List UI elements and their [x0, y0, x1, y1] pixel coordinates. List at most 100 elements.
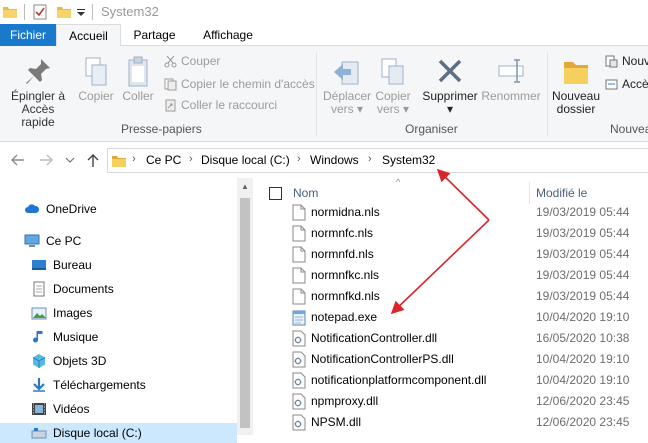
file-modified-date: 19/03/2019 05:44: [536, 205, 630, 219]
nav-item-videos[interactable]: Vidéos: [31, 399, 231, 419]
file-row[interactable]: notepad.exe 10/04/2020 19:10: [253, 307, 648, 328]
delete-x-icon: [438, 59, 462, 83]
file-row[interactable]: NPSM.dll 12/06/2020 23:45: [253, 412, 648, 433]
navpane-scrollbar[interactable]: ▲: [237, 178, 253, 435]
file-row[interactable]: NotificationController.dll 16/05/2020 10:…: [253, 328, 648, 349]
nav-item-label: Ce PC: [46, 234, 82, 248]
file-name: npmproxy.dll: [311, 394, 379, 408]
scrollbar-thumb[interactable]: [240, 198, 250, 428]
column-divider[interactable]: [529, 182, 530, 204]
file-icon: [292, 288, 306, 305]
address-bar[interactable]: › Ce PC › Disque local (C:) › Windows › …: [107, 148, 648, 173]
easy-access-button[interactable]: Accè: [605, 75, 648, 93]
nav-item-bureau[interactable]: Bureau: [31, 255, 231, 275]
computer-icon: [24, 234, 40, 247]
file-row[interactable]: normnfkc.nls 19/03/2019 05:44: [253, 265, 648, 286]
nav-item-musique[interactable]: Musique: [31, 327, 231, 347]
back-arrow-icon[interactable]: [9, 151, 27, 169]
delete-button[interactable]: Supprimer ▾: [420, 56, 480, 116]
folder-icon[interactable]: [2, 4, 18, 20]
new-folder-icon[interactable]: [56, 4, 72, 20]
file-name: normnfc.nls: [311, 226, 374, 240]
copy-path-button[interactable]: Copier le chemin d'accès: [164, 75, 315, 93]
file-row[interactable]: npmproxy.dll 12/06/2020 23:45: [253, 391, 648, 412]
breadcrumb-chevron[interactable]: ›: [297, 153, 301, 165]
pin-label-2: Accès rapide: [21, 102, 55, 129]
file-modified-date: 19/03/2019 05:44: [536, 247, 630, 261]
nav-item-onedrive[interactable]: OneDrive: [24, 199, 234, 219]
nav-item-label: Vidéos: [53, 402, 90, 416]
up-arrow-icon[interactable]: [84, 151, 102, 169]
cut-button[interactable]: Couper: [164, 52, 220, 70]
nav-item-label: Objets 3D: [53, 354, 107, 368]
breadcrumb-windows[interactable]: Windows: [310, 153, 359, 167]
copy-to-label-1: Copier: [375, 89, 411, 103]
nav-item-disque-local[interactable]: Disque local (C:): [0, 423, 237, 443]
copy-path-icon: [164, 78, 177, 91]
group-separator: [547, 52, 548, 136]
recent-chevron-down-icon[interactable]: [64, 151, 76, 169]
copy-icon: [85, 57, 107, 86]
copy-to-icon: [381, 58, 404, 85]
file-name: NotificationController.dll: [311, 331, 438, 345]
tab-fichier[interactable]: Fichier: [0, 24, 56, 46]
breadcrumb-chevron[interactable]: ›: [189, 153, 193, 165]
paste-shortcut-button[interactable]: Coller le raccourci: [164, 96, 277, 114]
file-name: notificationplatformcomponent.dll: [311, 373, 487, 387]
file-name: NPSM.dll: [311, 415, 362, 429]
tab-accueil[interactable]: Accueil: [56, 24, 121, 47]
file-row[interactable]: normnfc.nls 19/03/2019 05:44: [253, 223, 648, 244]
copy-button[interactable]: Copier: [76, 56, 116, 103]
rename-button[interactable]: Renommer: [481, 56, 541, 103]
cube-icon: [32, 354, 46, 368]
file-row[interactable]: normnfd.nls 19/03/2019 05:44: [253, 244, 648, 265]
column-modified-header[interactable]: Modifié le: [536, 186, 587, 200]
move-to-button[interactable]: Déplacer vers ▾: [322, 56, 372, 116]
nav-item-objets-3d[interactable]: Objets 3D: [31, 351, 231, 371]
forward-arrow-icon[interactable]: [37, 151, 55, 169]
breadcrumb-chevron[interactable]: ›: [132, 153, 136, 165]
file-row[interactable]: notificationplatformcomponent.dll 10/04/2…: [253, 370, 648, 391]
dll-icon: [292, 372, 306, 389]
breadcrumb-chevron[interactable]: ›: [368, 153, 372, 165]
clipboard-group-label: Presse-papiers: [121, 122, 202, 136]
folder-icon: [112, 156, 126, 167]
easy-access-label: Accè: [622, 77, 648, 91]
tab-affichage[interactable]: Affichage: [188, 24, 268, 46]
file-row[interactable]: normidna.nls 19/03/2019 05:44: [253, 202, 648, 223]
nav-item-label: Disque local (C:): [53, 426, 142, 440]
nav-item-telechargements[interactable]: Téléchargements: [31, 375, 231, 395]
video-icon: [32, 403, 46, 415]
nav-item-documents[interactable]: Documents: [31, 279, 231, 299]
navigation-pane: OneDrive Ce PC Bureau Documents Images M…: [0, 178, 253, 443]
nav-item-label: Téléchargements: [53, 378, 146, 392]
customize-toolbar-icon[interactable]: [76, 4, 86, 20]
breadcrumb-ce-pc[interactable]: Ce PC: [146, 153, 181, 167]
new-item-button[interactable]: Nouv: [605, 52, 648, 70]
select-all-checkbox[interactable]: [269, 187, 282, 200]
cut-label: Couper: [181, 54, 221, 68]
nav-item-ce-pc[interactable]: Ce PC: [24, 231, 234, 251]
pin-quick-access-button[interactable]: Épingler à Accès rapide: [4, 56, 72, 129]
breadcrumb-disque-local[interactable]: Disque local (C:): [201, 153, 290, 167]
file-icon: [292, 204, 306, 221]
properties-icon[interactable]: [32, 4, 48, 20]
new-group-label: Nouvea: [610, 122, 648, 136]
nav-item-label: Images: [53, 306, 93, 320]
paste-button[interactable]: Coller: [118, 56, 158, 103]
file-row[interactable]: NotificationControllerPS.dll 10/04/2020 1…: [253, 349, 648, 370]
nav-item-label: OneDrive: [46, 202, 97, 216]
scroll-up-icon[interactable]: ▲: [241, 182, 249, 191]
file-row[interactable]: normnfkd.nls 19/03/2019 05:44: [253, 286, 648, 307]
new-item-label: Nouv: [622, 54, 648, 68]
breadcrumb-system32[interactable]: System32: [382, 153, 435, 167]
nav-item-images[interactable]: Images: [31, 303, 231, 323]
column-name-header[interactable]: Nom: [293, 186, 318, 200]
dll-icon: [292, 330, 306, 347]
tab-partage[interactable]: Partage: [121, 24, 188, 46]
cloud-icon: [25, 204, 40, 213]
new-folder-button[interactable]: Nouveau dossier: [551, 56, 601, 116]
file-modified-date: 10/04/2020 19:10: [536, 310, 630, 324]
copy-to-button[interactable]: Copier vers ▾: [372, 56, 414, 116]
file-modified-date: 10/04/2020 19:10: [536, 373, 630, 387]
